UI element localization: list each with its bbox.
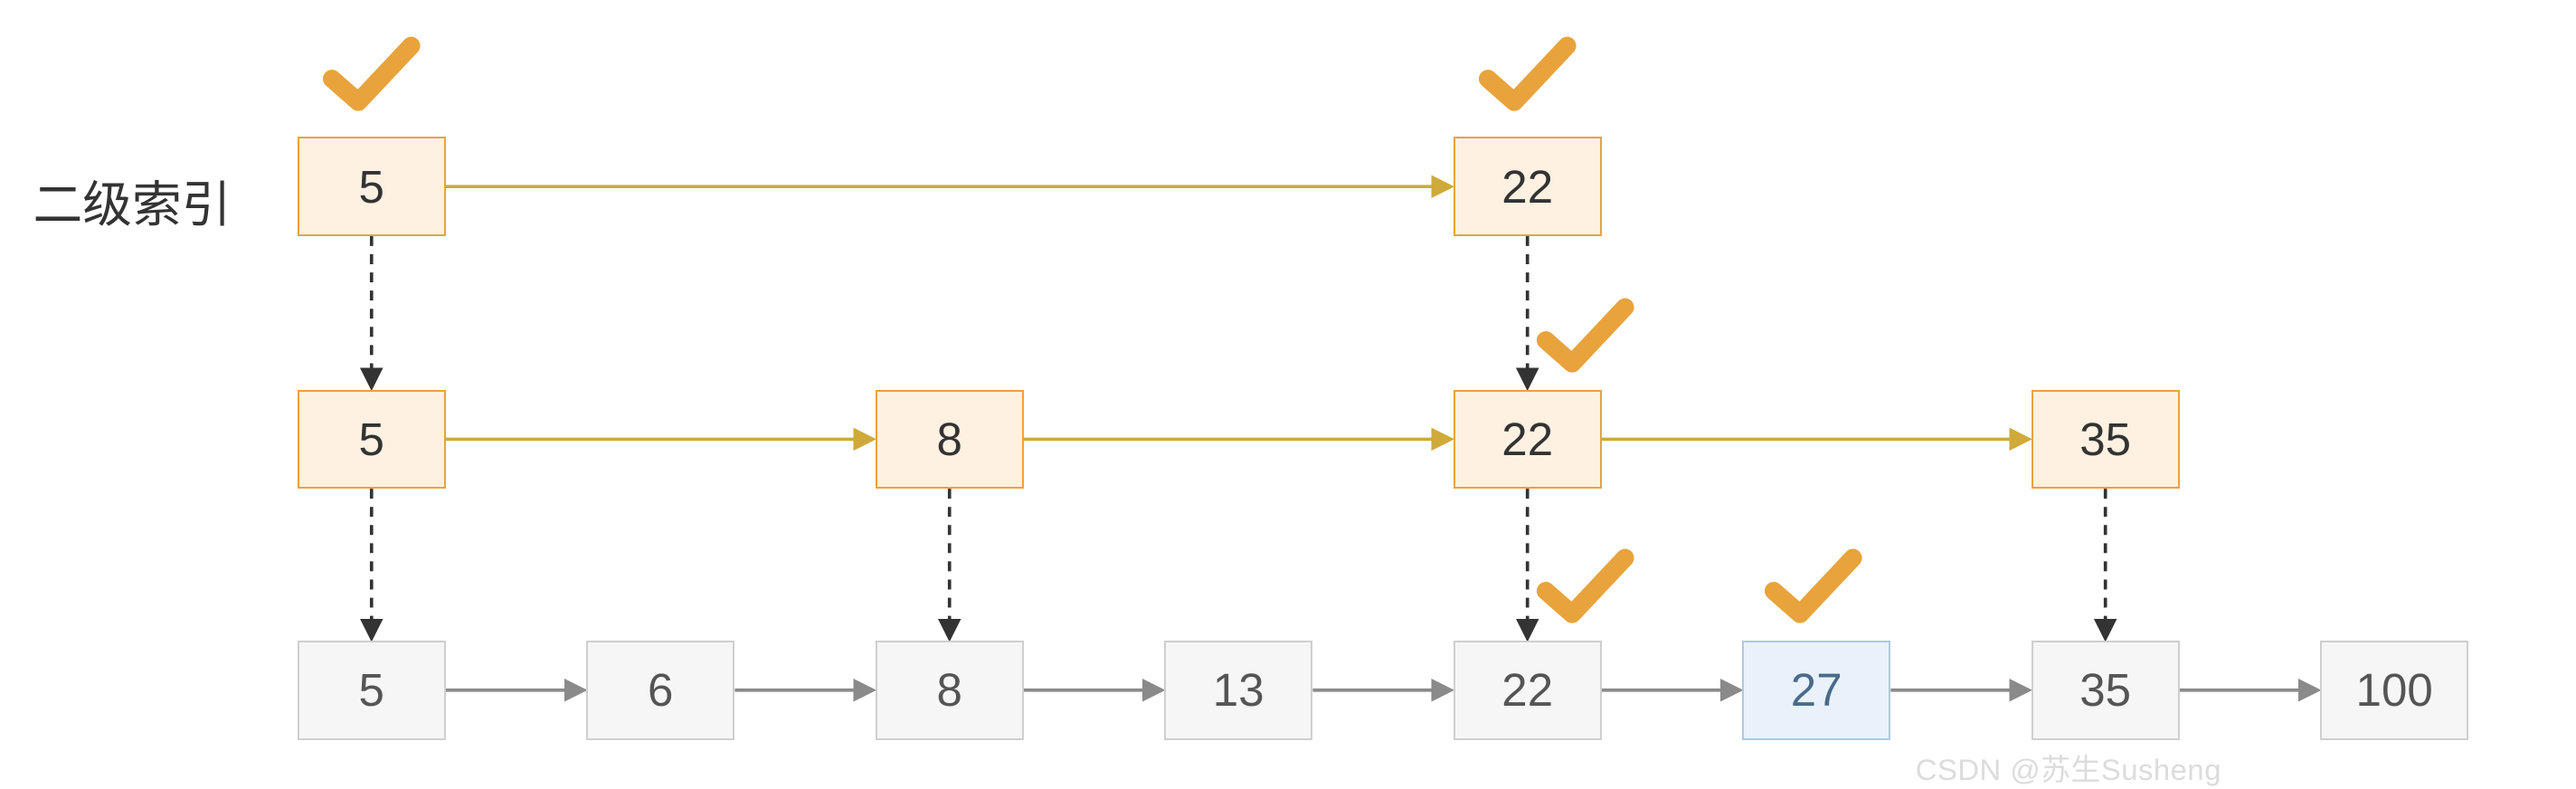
level-label: 二级索引	[33, 165, 232, 236]
watermark: CSDN @苏生Susheng	[1916, 746, 2221, 789]
node-8: 8	[876, 390, 1024, 489]
node-22: 22	[1454, 390, 1602, 489]
node-35: 35	[2031, 390, 2180, 489]
node-22: 22	[1454, 641, 1602, 739]
check-icon	[1764, 545, 1863, 627]
node-35: 35	[2031, 641, 2180, 739]
node-22: 22	[1454, 137, 1602, 235]
check-icon	[1536, 294, 1635, 376]
check-icon	[322, 33, 421, 115]
node-27: 27	[1742, 641, 1890, 739]
check-icon	[1478, 33, 1577, 115]
node-5: 5	[298, 641, 446, 739]
node-5: 5	[298, 137, 446, 235]
node-8: 8	[876, 641, 1024, 739]
node-5: 5	[298, 390, 446, 489]
node-6: 6	[586, 641, 734, 739]
node-100: 100	[2320, 641, 2468, 739]
check-icon	[1536, 545, 1635, 627]
diagram-stage: 二级索引 52258223556813222735100 CSDN @苏生Sus…	[0, 0, 2576, 773]
node-13: 13	[1164, 641, 1312, 739]
